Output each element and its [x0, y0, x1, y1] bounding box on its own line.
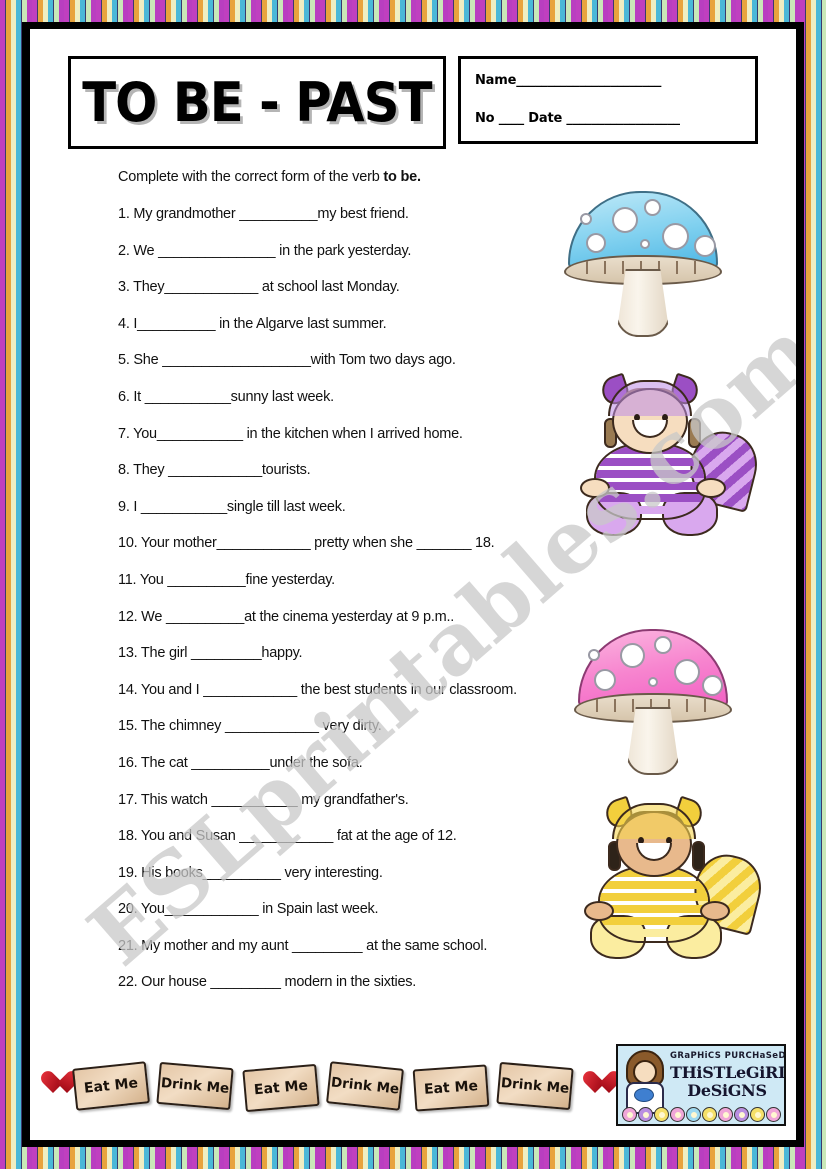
- braid-right: [688, 418, 701, 448]
- drink-me-tag-label: Drink Me: [500, 1074, 570, 1097]
- question-list: 1. My grandmother __________my best frie…: [118, 207, 578, 1012]
- date-field-label: Date: [528, 111, 563, 126]
- question-item[interactable]: 13. The girl _________happy.: [118, 646, 578, 661]
- credit-main-text: THiSTLeGiRL DeSiGNS: [670, 1063, 786, 1100]
- no-field-label: No: [475, 111, 495, 126]
- question-item[interactable]: 21. My mother and my aunt _________ at t…: [118, 939, 578, 954]
- arm-left: [584, 901, 614, 921]
- title-box: TO BE - PAST: [68, 56, 446, 149]
- question-item[interactable]: 9. I ___________single till last week.: [118, 500, 578, 515]
- question-item[interactable]: 20. You____________ in Spain last week.: [118, 902, 578, 917]
- drink-me-tag: Drink Me: [496, 1061, 574, 1111]
- yellow-cat-girl-icon: [562, 795, 768, 967]
- page-title: TO BE - PAST: [82, 70, 432, 134]
- question-item[interactable]: 17. This watch ___________ my grandfathe…: [118, 792, 578, 808]
- pink-mushroom-icon: [574, 629, 748, 779]
- question-item[interactable]: 6. It ___________sunny last week.: [118, 390, 578, 405]
- instruction-bold: to be.: [383, 169, 421, 185]
- question-item[interactable]: 15. The chimney ____________ very dirty.: [118, 719, 578, 734]
- question-item[interactable]: 22. Our house _________ modern in the si…: [118, 975, 578, 990]
- question-item[interactable]: 7. You___________ in the kitchen when I …: [118, 427, 578, 442]
- instruction-line: Complete with the correct form of the ve…: [118, 169, 421, 185]
- heart-icon: [40, 1072, 66, 1096]
- braid-right: [692, 841, 705, 871]
- question-item[interactable]: 19. His books__________ very interesting…: [118, 866, 578, 881]
- question-item[interactable]: 5. She ___________________with Tom two d…: [118, 353, 578, 368]
- question-item[interactable]: 8. They ____________tourists.: [118, 463, 578, 478]
- drink-me-tag-label: Drink Me: [160, 1074, 230, 1097]
- arm-right: [696, 478, 726, 498]
- drink-me-tag: Drink Me: [156, 1061, 234, 1111]
- eat-me-tag: Eat Me: [72, 1061, 150, 1111]
- drink-me-tag: Drink Me: [326, 1061, 404, 1111]
- instruction-prefix: Complete with the correct form of the ve…: [118, 169, 384, 185]
- arm-left: [580, 478, 610, 498]
- date-field-line: __________________: [566, 111, 680, 126]
- question-item[interactable]: 1. My grandmother __________my best frie…: [118, 207, 578, 222]
- eat-me-tag: Eat Me: [242, 1063, 320, 1113]
- credit-top-text: GRaPHiCS PURCHaSeD aT: [670, 1051, 786, 1061]
- question-item[interactable]: 18. You and Susan ____________ fat at th…: [118, 829, 578, 844]
- question-item[interactable]: 3. They____________ at school last Monda…: [118, 280, 578, 295]
- worksheet-sheet: TO BE - PAST Name_______________________…: [30, 29, 796, 1140]
- worksheet-header: TO BE - PAST Name_______________________…: [30, 29, 796, 149]
- name-field-row[interactable]: Name_______________________: [475, 73, 743, 88]
- question-item[interactable]: 12. We __________at the cinema yesterday…: [118, 610, 578, 625]
- question-item[interactable]: 11. You __________fine yesterday.: [118, 573, 578, 588]
- heart-icon: [582, 1072, 608, 1096]
- question-item[interactable]: 2. We _______________ in the park yester…: [118, 244, 578, 259]
- blue-mushroom-icon: [564, 191, 738, 341]
- graphics-credit-box: GRaPHiCS PURCHaSeD aT THiSTLeGiRL DeSiGN…: [616, 1044, 786, 1126]
- question-item[interactable]: 14. You and I ____________ the best stud…: [118, 683, 578, 698]
- no-date-field-row[interactable]: No ____ Date __________________: [475, 111, 743, 126]
- worksheet-footer: Eat Me Drink Me Eat Me Drink Me Eat Me D…: [30, 1038, 796, 1134]
- eat-me-tag: Eat Me: [412, 1064, 490, 1112]
- question-item[interactable]: 10. Your mother____________ pretty when …: [118, 536, 578, 551]
- question-item[interactable]: 16. The cat __________under the sofa.: [118, 756, 578, 771]
- worksheet-page: TO BE - PAST Name_______________________…: [0, 0, 826, 1169]
- flower-row-icon: [618, 1100, 784, 1124]
- purple-cat-girl-icon: [558, 372, 764, 544]
- name-field-line: _______________________: [516, 73, 662, 88]
- name-field-label: Name: [475, 73, 517, 88]
- name-date-box[interactable]: Name_______________________ No ____ Date…: [458, 56, 758, 144]
- no-field-line: ____: [498, 111, 524, 126]
- arm-right: [700, 901, 730, 921]
- drink-me-tag-label: Drink Me: [330, 1073, 400, 1098]
- question-item[interactable]: 4. I__________ in the Algarve last summe…: [118, 317, 578, 332]
